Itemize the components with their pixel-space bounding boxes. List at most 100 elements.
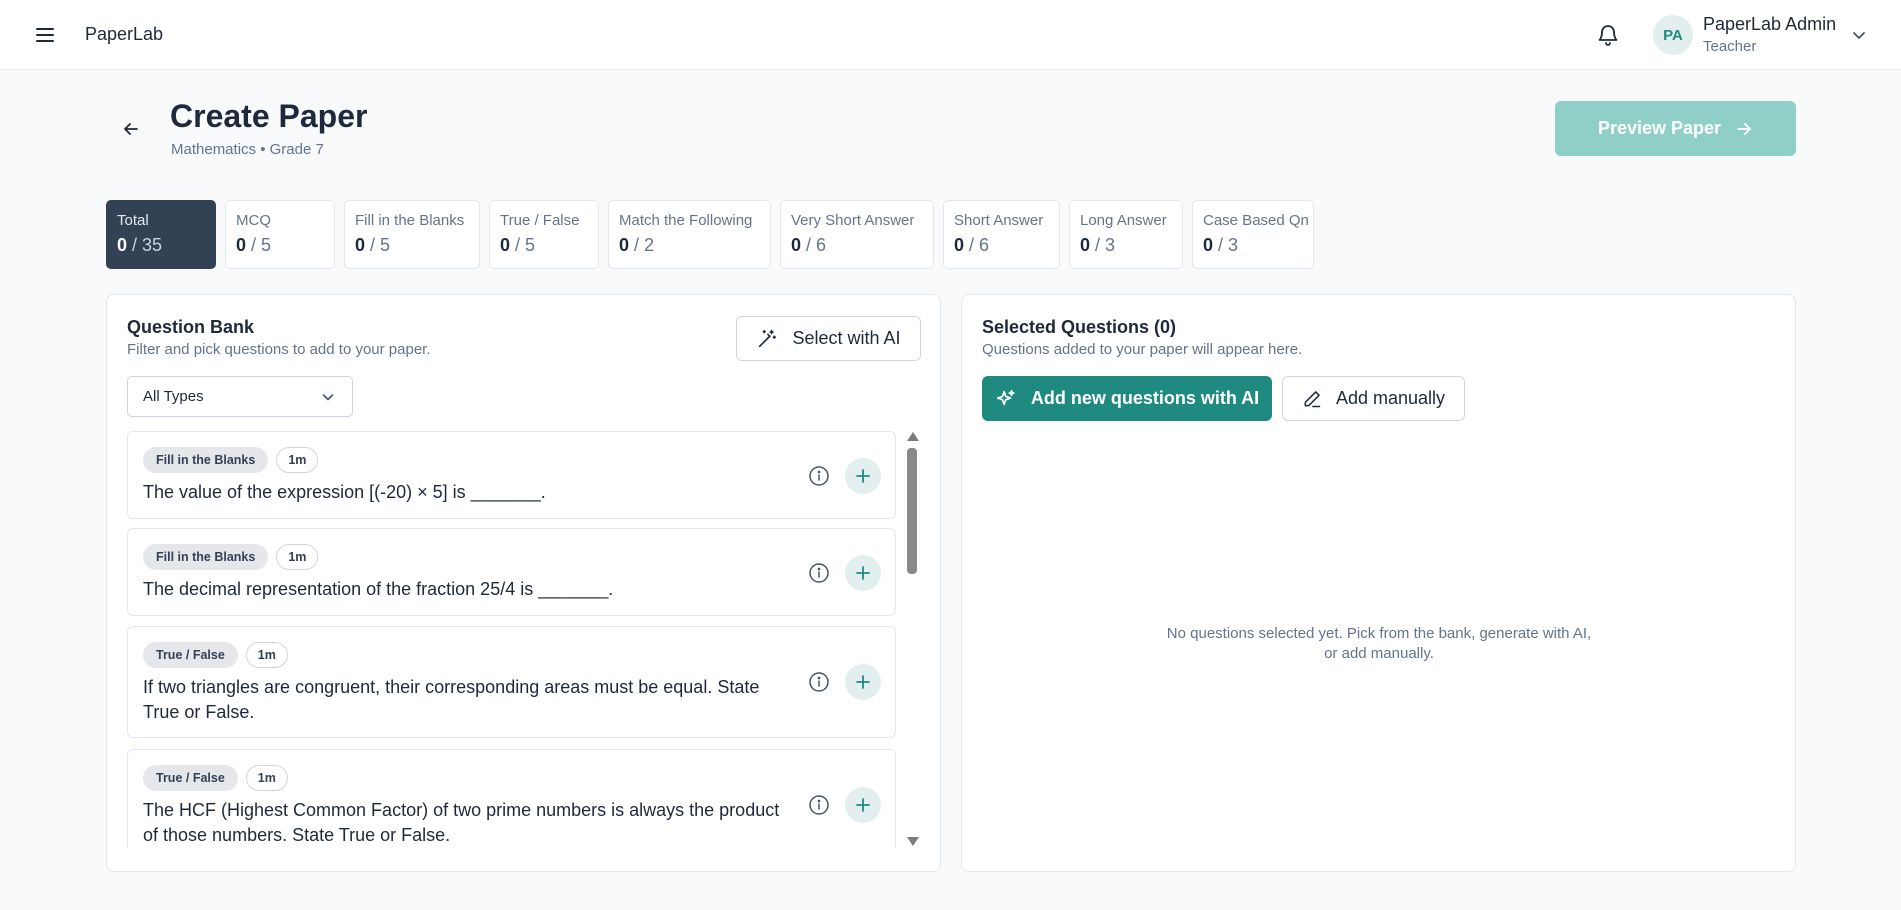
stat-chip-case-based[interactable]: Case Based Qn 0 / 3 [1192,200,1314,269]
plus-icon [856,469,870,483]
stat-max: / 5 [251,235,272,255]
arrow-right-icon [1737,122,1751,135]
chevron-down-icon[interactable] [1850,26,1868,44]
question-marks-tag: 1m [245,765,288,791]
stat-label: Case Based Qn [1203,212,1309,229]
stat-max: / 3 [1218,235,1239,255]
sparkles-icon [996,389,1015,405]
question-card: True / False 1m The HCF (Highest Common … [127,749,896,847]
add-question-button[interactable] [845,787,881,823]
select-with-ai-label: Select with AI [792,328,901,348]
stat-chip-fill-in-the-blanks[interactable]: Fill in the Blanks 0 / 5 [344,200,480,269]
stat-chip-true-false[interactable]: True / False 0 / 5 [489,200,599,269]
stat-label: Very Short Answer [791,212,915,229]
add-manually-label: Add manually [1335,388,1446,408]
question-type-tag: True / False [143,765,238,791]
info-icon[interactable] [808,562,830,584]
stat-label: Total [117,212,149,229]
stat-count: 0 [1080,235,1091,255]
question-text: The decimal representation of the fracti… [143,579,614,599]
pencil-icon [1304,390,1321,407]
scroll-thumb[interactable] [907,448,917,574]
question-type-tag: Fill in the Blanks [143,544,269,570]
question-text: The value of the expression [(-20) × 5] … [143,482,546,502]
select-with-ai-button[interactable]: Select with AI [736,316,921,361]
preview-paper-label: Preview Paper [1597,118,1722,138]
empty-state-message: No questions selected yet. Pick from the… [1166,625,1592,662]
question-type-filter-value: All Types [143,388,204,405]
top-bar: PaperLab PA PaperLab Admin Teacher [0,0,1901,70]
stat-label: MCQ [236,212,271,229]
stat-count: 0 [500,235,511,255]
stat-label: True / False [500,212,580,229]
stat-chip-total[interactable]: Total 0 / 35 [106,200,216,269]
question-marks-tag: 1m [245,642,288,668]
stat-label: Fill in the Blanks [355,212,465,229]
question-marks-tag: 1m [276,544,319,570]
selected-questions-description: Questions added to your paper will appea… [982,341,1303,358]
stat-chip-match-the-following[interactable]: Match the Following 0 / 2 [608,200,771,269]
question-text: The HCF (Highest Common Factor) of two p… [143,800,780,845]
stat-label: Long Answer [1080,212,1167,229]
stat-max: / 35 [132,235,163,255]
magic-wand-icon [759,329,777,347]
arrow-left-icon [124,123,138,135]
question-text: If two triangles are congruent, their co… [143,677,760,722]
stat-max: / 3 [1095,235,1116,255]
stat-max: / 5 [515,235,536,255]
question-list-scrollbar[interactable] [905,432,919,846]
stat-count: 0 [791,235,802,255]
scroll-down-arrow[interactable] [907,837,919,846]
bell-icon[interactable] [1596,23,1620,47]
stat-count: 0 [1203,235,1214,255]
stat-chip-very-short-answer[interactable]: Very Short Answer 0 / 6 [780,200,934,269]
app-brand: PaperLab [85,24,164,44]
preview-paper-button[interactable]: Preview Paper [1555,101,1796,156]
question-type-stats: Total 0 / 35 MCQ 0 / 5 Fill in the Blank… [106,200,1314,269]
question-list[interactable]: Fill in the Blanks 1m The value of the e… [127,431,897,847]
question-type-tag: Fill in the Blanks [143,447,269,473]
question-type-filter[interactable]: All Types [127,376,353,417]
question-card: Fill in the Blanks 1m The decimal repres… [127,528,896,616]
chevron-down-icon [322,393,334,400]
add-question-button[interactable] [845,664,881,700]
avatar[interactable]: PA [1653,15,1693,55]
stat-label: Match the Following [619,212,753,229]
question-card: True / False 1m If two triangles are con… [127,626,896,738]
add-questions-with-ai-label: Add new questions with AI [1030,388,1260,408]
menu-icon[interactable] [34,24,56,46]
stat-max: / 5 [370,235,391,255]
question-bank-panel: Question Bank Filter and pick questions … [106,294,941,872]
page-title: Create Paper [170,98,368,134]
user-name: PaperLab Admin [1703,14,1837,34]
stat-count: 0 [236,235,247,255]
question-marks-tag: 1m [276,447,319,473]
selected-questions-title: Selected Questions (0) [982,317,1177,337]
selected-questions-panel: Selected Questions (0) Questions added t… [961,294,1796,872]
stat-max: / 6 [806,235,827,255]
stat-chip-mcq[interactable]: MCQ 0 / 5 [225,200,335,269]
add-question-button[interactable] [845,458,881,494]
back-button[interactable] [118,116,144,142]
info-icon[interactable] [808,671,830,693]
stat-count: 0 [619,235,630,255]
scroll-up-arrow[interactable] [907,432,919,441]
info-icon[interactable] [808,465,830,487]
stat-max: / 2 [634,235,655,255]
add-question-button[interactable] [845,555,881,591]
question-type-tag: True / False [143,642,238,668]
stat-chip-long-answer[interactable]: Long Answer 0 / 3 [1069,200,1183,269]
stat-chip-short-answer[interactable]: Short Answer 0 / 6 [943,200,1060,269]
page-subtitle: Mathematics • Grade 7 [171,141,324,158]
stat-max: / 6 [969,235,990,255]
user-role: Teacher [1703,38,1757,55]
plus-icon [856,798,870,812]
plus-icon [856,566,870,580]
add-manually-button[interactable]: Add manually [1282,376,1465,421]
add-questions-with-ai-button[interactable]: Add new questions with AI [982,376,1272,421]
stat-count: 0 [954,235,965,255]
question-card: Fill in the Blanks 1m The value of the e… [127,431,896,519]
info-icon[interactable] [808,794,830,816]
plus-icon [856,675,870,689]
stat-label: Short Answer [954,212,1044,229]
